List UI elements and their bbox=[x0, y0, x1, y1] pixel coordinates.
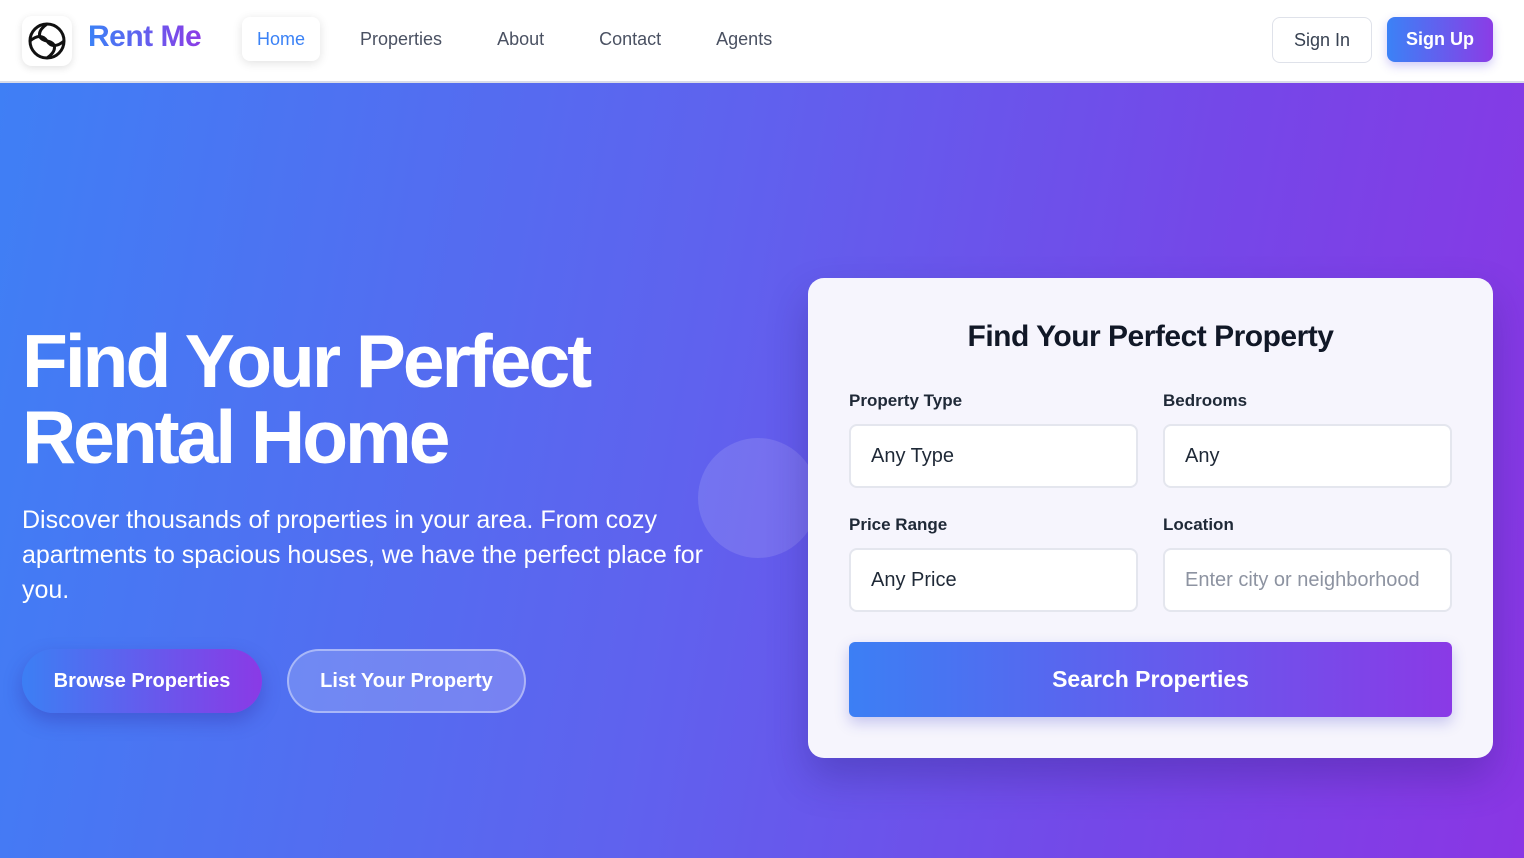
logo[interactable] bbox=[22, 16, 72, 66]
search-card: Find Your Perfect Property Property Type… bbox=[808, 278, 1493, 758]
bedrooms-label: Bedrooms bbox=[1163, 391, 1248, 410]
property-type-select[interactable]: Any Type bbox=[849, 424, 1138, 488]
top-navbar: Rent Me Home Properties About Contact Ag… bbox=[0, 0, 1524, 83]
sign-in-button[interactable]: Sign In bbox=[1272, 17, 1372, 63]
sign-up-button[interactable]: Sign Up bbox=[1387, 17, 1493, 62]
hero-title-line2: Rental Home bbox=[22, 395, 450, 479]
nav-properties[interactable]: Properties bbox=[345, 17, 457, 61]
brand-name[interactable]: Rent Me bbox=[88, 20, 202, 54]
hero-title: Find Your Perfect Rental Home bbox=[22, 323, 742, 475]
bedrooms-select[interactable]: Any bbox=[1163, 424, 1452, 488]
price-range-label: Price Range bbox=[849, 515, 948, 534]
nav-about[interactable]: About bbox=[482, 17, 559, 61]
nav-contact[interactable]: Contact bbox=[584, 17, 676, 61]
nav-agents[interactable]: Agents bbox=[701, 17, 787, 61]
location-label: Location bbox=[1163, 515, 1234, 534]
location-input[interactable]: Enter city or neighborhood bbox=[1163, 548, 1452, 612]
search-card-title: Find Your Perfect Property bbox=[967, 320, 1334, 353]
browse-properties-button[interactable]: Browse Properties bbox=[22, 649, 262, 713]
property-type-label: Property Type bbox=[849, 391, 963, 410]
hero-description: Discover thousands of properties in your… bbox=[22, 506, 703, 604]
main-nav: Home Properties About Contact Agents bbox=[242, 17, 812, 61]
hero-title-line1: Find Your Perfect bbox=[22, 319, 592, 403]
nav-home[interactable]: Home bbox=[242, 17, 321, 61]
list-property-button[interactable]: List Your Property bbox=[287, 649, 526, 713]
search-properties-button[interactable]: Search Properties bbox=[849, 642, 1452, 717]
hero-section: Find Your Perfect Rental Home Discover t… bbox=[0, 83, 1524, 858]
price-range-select[interactable]: Any Price bbox=[849, 548, 1138, 612]
brand-swirl-icon bbox=[28, 22, 66, 60]
